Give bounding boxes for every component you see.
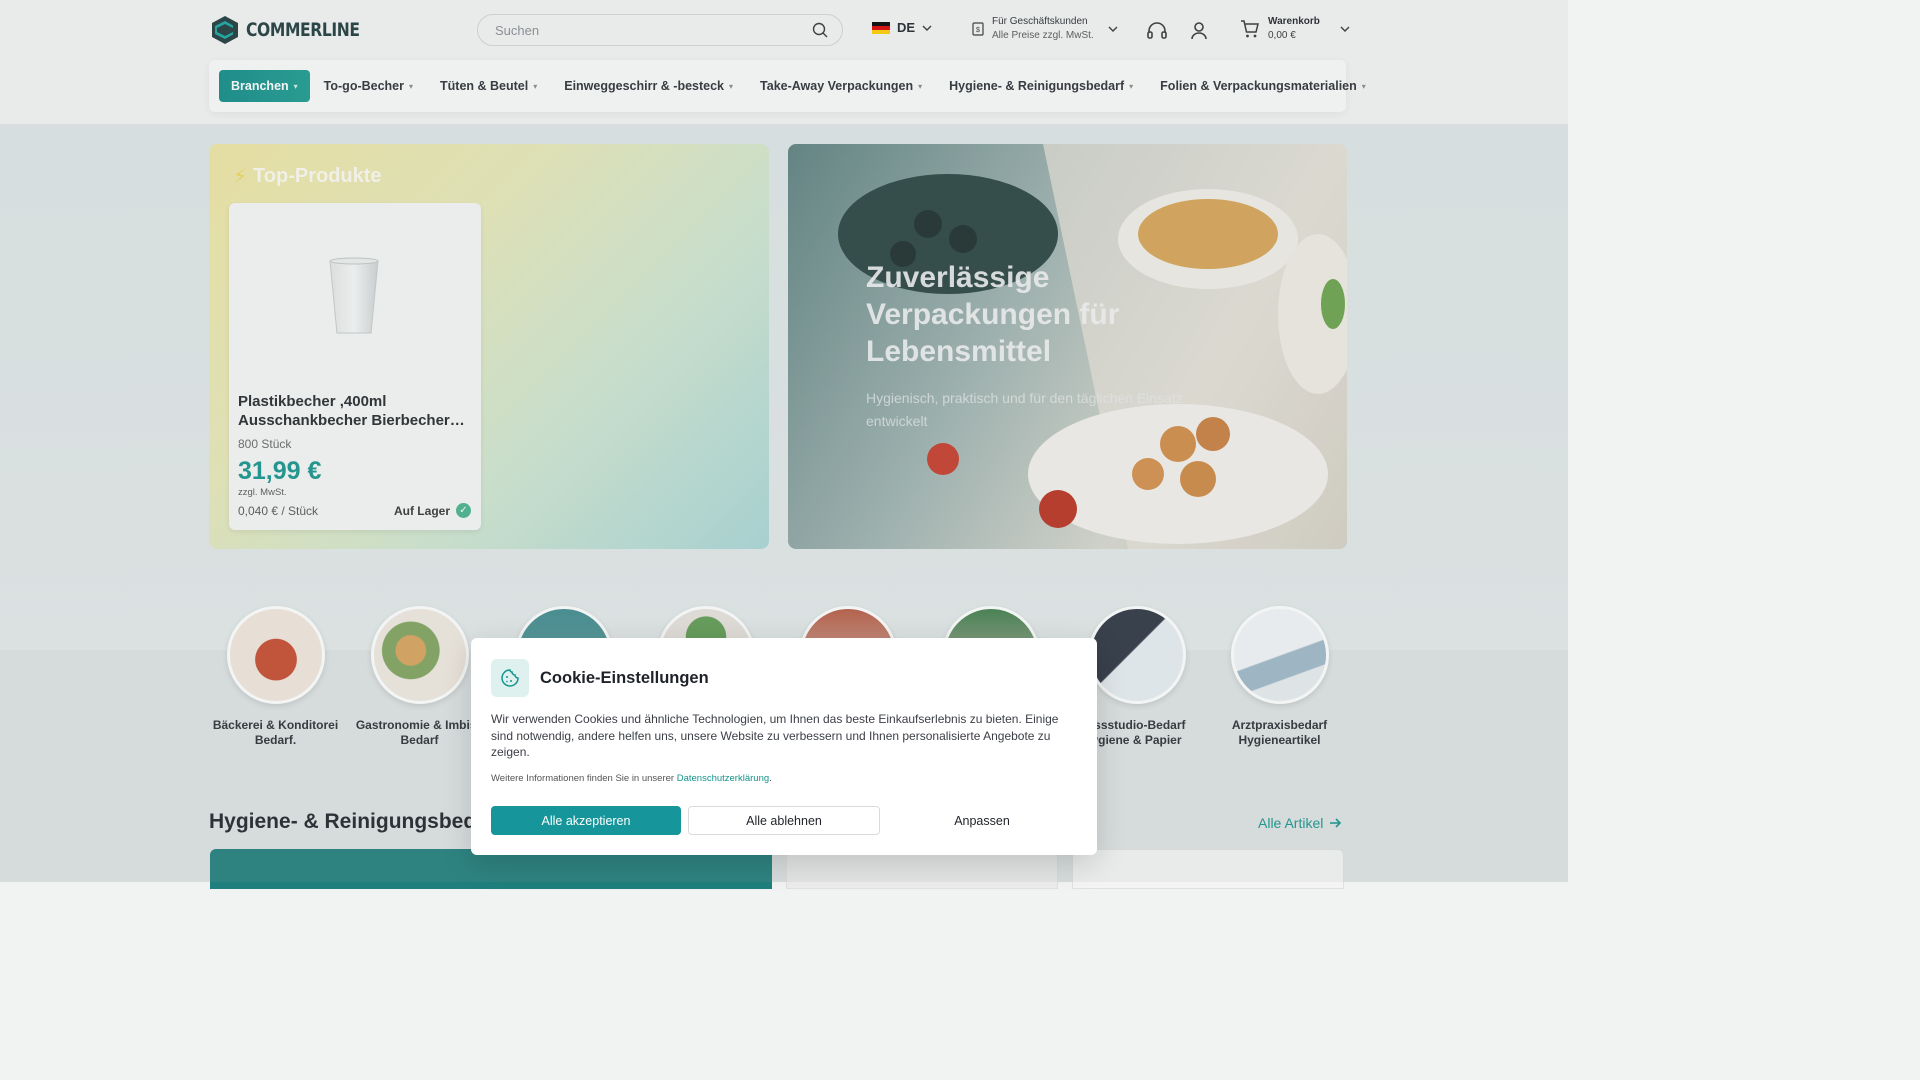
accept-all-button[interactable]: Alle akzeptieren: [491, 806, 681, 835]
cookie-icon: [491, 659, 529, 697]
cookie-text: Wir verwenden Cookies und ähnliche Techn…: [491, 712, 1059, 759]
cookie-title: Cookie-Einstellungen: [540, 669, 709, 687]
privacy-policy-link[interactable]: Datenschutzerklärung: [677, 773, 769, 784]
customize-button[interactable]: Anpassen: [887, 806, 1077, 835]
reject-all-button[interactable]: Alle ablehnen: [688, 806, 880, 835]
cookie-more-info: Weitere Informationen finden Sie in unse…: [491, 773, 772, 784]
cookie-dialog: Cookie-Einstellungen Wir verwenden Cooki…: [471, 638, 1097, 855]
